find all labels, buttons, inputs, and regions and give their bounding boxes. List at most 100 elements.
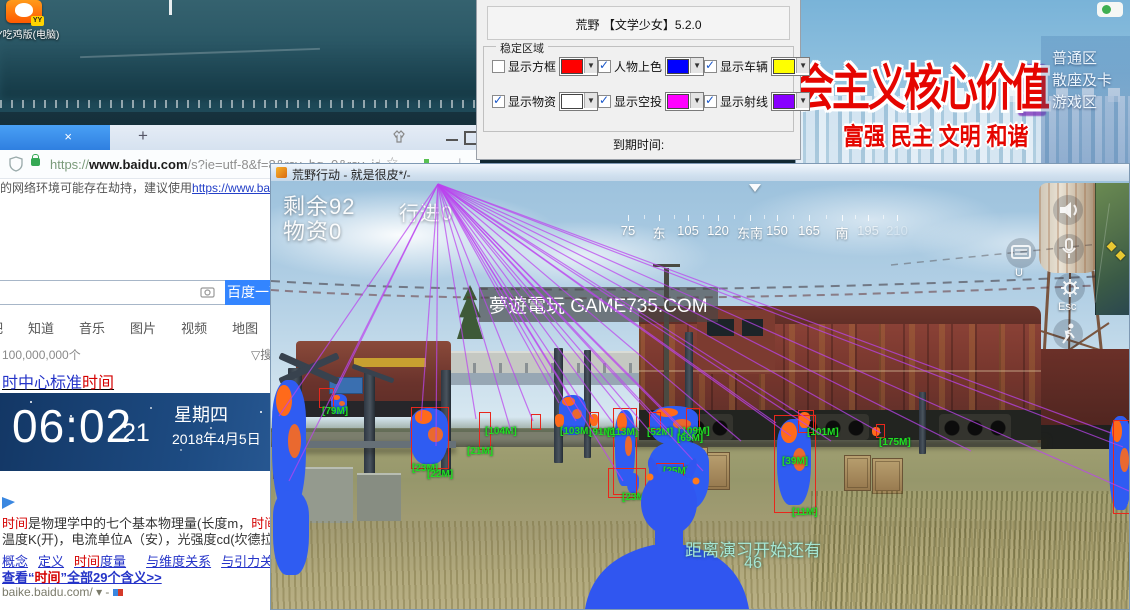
esp-distance-label: [101M] [807, 427, 839, 438]
see-all-link[interactable]: 查看“时间”全部29个含义>> [2, 567, 162, 586]
game-window: 荒野行动 - 就是很皮*/- [79M] [104M] [21M] [103M]… [270, 163, 1130, 610]
color-swatch [667, 58, 690, 74]
color-dropdown[interactable]: ▼ [665, 91, 705, 111]
color-swatch [667, 93, 690, 109]
cheat-option-label: 人物上色 [614, 59, 663, 74]
engine-stripe [354, 358, 426, 367]
settings-gear-icon[interactable] [1055, 273, 1085, 303]
result-title-link[interactable]: 时中心标准时间 [2, 369, 114, 393]
nav-link[interactable]: 视频 [181, 318, 207, 337]
color-dropdown[interactable]: ▼ [771, 56, 811, 76]
poster-menu-item[interactable]: 普通区 [1041, 48, 1130, 70]
snapshot-icon [112, 585, 123, 599]
tab-bar: × + [0, 125, 480, 150]
sprint-runner-icon[interactable] [1053, 319, 1083, 349]
screen: YY Y吃鸡版(电脑) 会主义核心价值 普通区 散座及卡 游戏区 富强 民主 文明 … [0, 0, 1130, 610]
green-dot-icon [1102, 5, 1111, 14]
game-title-bar[interactable]: 荒野行动 - 就是很皮*/- [271, 164, 1129, 182]
color-dropdown[interactable]: ▼ [665, 56, 705, 76]
desktop-icon-yy[interactable]: YY [6, 0, 44, 26]
camera-icon[interactable] [200, 285, 215, 298]
esp-box [411, 407, 449, 469]
chevron-down-icon: ▼ [796, 92, 810, 108]
checkbox[interactable] [598, 58, 612, 73]
esp-distance-label: [79M] [322, 406, 349, 417]
chat-key-label: U [1015, 267, 1023, 279]
browser-corner-icon[interactable] [1097, 2, 1123, 17]
nav-link[interactable]: 音乐 [79, 318, 105, 337]
minimize-icon[interactable] [446, 139, 458, 141]
cheat-group-label: 稳定区域 [496, 40, 548, 56]
search-input[interactable] [0, 280, 227, 305]
esp-distance-label: [11M] [792, 507, 818, 518]
color-dropdown[interactable]: ▼ [559, 91, 599, 111]
new-tab-button[interactable]: + [138, 126, 148, 146]
share-icon[interactable] [2, 497, 15, 509]
skin-theme-icon[interactable] [391, 129, 407, 145]
cham-patch [332, 394, 341, 400]
speaker-icon[interactable] [1053, 195, 1083, 225]
compass-tick [718, 215, 719, 221]
cheat-option-label: 显示车辆 [720, 59, 769, 74]
checkbox[interactable] [704, 58, 718, 73]
compass-label: 150 [766, 223, 788, 238]
compass-tick [897, 215, 898, 221]
active-tab[interactable]: × [0, 125, 110, 150]
cheat-option-label: 显示物资 [508, 94, 557, 109]
chat-icon[interactable] [1006, 238, 1036, 268]
compass-tick [734, 215, 735, 219]
nav-link[interactable]: 知道 [28, 318, 54, 337]
results-count: 100,000,000个 [2, 348, 81, 362]
compass-label: 165 [798, 223, 820, 238]
cheat-options-grid: 显示方框 ▼ 人物上色 ▼ 显示车辆 [492, 56, 811, 111]
nav-link[interactable]: 图片 [130, 318, 156, 337]
compass-label: 东南 [736, 226, 764, 241]
checkbox[interactable] [704, 93, 718, 108]
minimap-marker-icon [1106, 241, 1117, 252]
checkbox[interactable] [492, 93, 505, 108]
color-dropdown[interactable]: ▼ [559, 56, 599, 76]
cheat-groupbox: 稳定区域 显示方框 ▼ 人物上色 ▼ [483, 40, 811, 132]
esp-player-figure [273, 490, 309, 575]
game-viewport[interactable]: [79M] [104M] [21M] [103M] [91M] [113M] [52M] [1… [271, 181, 1129, 609]
checkbox[interactable] [492, 59, 505, 73]
esp-box [1113, 420, 1129, 514]
countdown-value: 46 [744, 555, 762, 572]
shield-icon[interactable] [8, 156, 24, 172]
color-dropdown[interactable]: ▼ [771, 91, 811, 111]
color-swatch [561, 93, 584, 109]
tab-close-icon[interactable]: × [64, 129, 72, 144]
color-swatch [773, 58, 796, 74]
compass-label: 南 [835, 226, 849, 241]
compass-label: 75 [620, 223, 636, 238]
microphone-icon[interactable] [1054, 234, 1084, 264]
poster-subline: 富强 民主 文明 和谐 [843, 123, 1029, 151]
chevron-down-icon: ▼ [690, 92, 704, 108]
compass-tick [793, 215, 794, 219]
compass-tick [882, 215, 884, 219]
viaduct [421, 351, 666, 375]
compass-tick [763, 215, 765, 219]
nav-link[interactable]: 地图 [232, 318, 258, 337]
esp-box [531, 414, 541, 430]
wood-post [919, 392, 926, 454]
poster-menu-item[interactable]: 散座及卡 [1041, 70, 1130, 92]
checkbox[interactable] [598, 93, 612, 108]
poster-menu-item[interactable]: 游戏区 [1041, 92, 1130, 114]
compass-tick [703, 215, 704, 219]
compass-tick [628, 215, 629, 221]
compass-tick [842, 215, 843, 221]
esp-distance-label: [69M] [677, 433, 704, 444]
compass-tick [777, 215, 778, 221]
yy-badge: YY [31, 16, 44, 26]
cheat-option-label: 显示空投 [614, 94, 663, 109]
nav-link[interactable]: 吧 [0, 318, 3, 337]
minimap[interactable] [1095, 183, 1129, 315]
expiry-label: 到期时间: [612, 138, 665, 152]
clock-time: 06:02 [12, 400, 133, 452]
cham-patch [276, 385, 292, 417]
watermark: 夢遊電玩 GAME735.COM [479, 287, 718, 322]
compass-label: 东 [652, 226, 666, 241]
cham-patch [571, 408, 583, 419]
esp-box [876, 424, 885, 438]
